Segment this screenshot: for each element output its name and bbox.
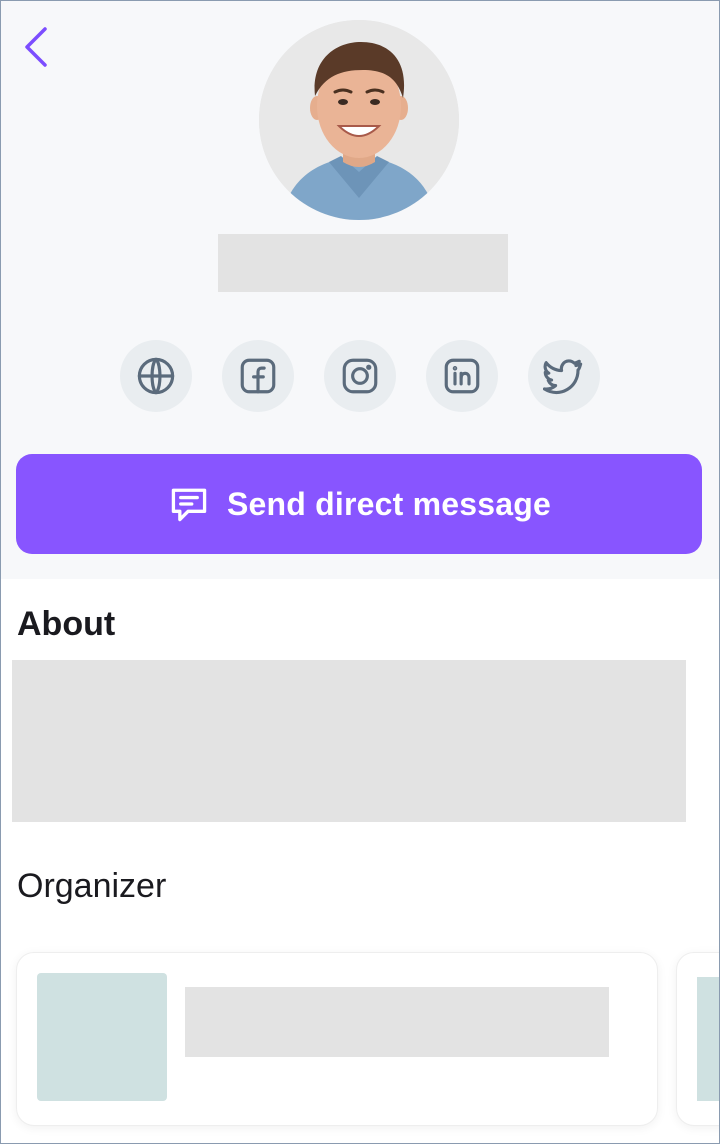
message-square-icon [167, 482, 211, 526]
social-website-button[interactable] [120, 340, 192, 412]
profile-header: Send direct message [1, 1, 719, 579]
organizer-card[interactable] [16, 952, 658, 1126]
profile-name [218, 234, 508, 292]
organizer-thumbnail [37, 973, 167, 1101]
social-facebook-button[interactable] [222, 340, 294, 412]
profile-screen: Send direct message About Organizer [0, 0, 720, 1144]
avatar [259, 20, 459, 220]
linkedin-icon [444, 358, 480, 394]
organizer-thumbnail [697, 977, 719, 1101]
about-text [12, 660, 686, 822]
chevron-left-icon [25, 27, 47, 67]
organizer-title: Organizer [17, 867, 167, 905]
back-button[interactable] [17, 23, 57, 71]
social-twitter-button[interactable] [528, 340, 600, 412]
organizer-card[interactable] [676, 952, 719, 1126]
instagram-icon [342, 358, 378, 394]
avatar-photo [259, 20, 459, 220]
social-instagram-button[interactable] [324, 340, 396, 412]
social-linkedin-button[interactable] [426, 340, 498, 412]
organizer-name [185, 987, 609, 1057]
facebook-icon [240, 358, 276, 394]
twitter-icon [543, 359, 583, 395]
globe-icon [137, 357, 175, 395]
send-message-label: Send direct message [227, 485, 551, 522]
send-message-button[interactable]: Send direct message [16, 454, 702, 554]
about-title: About [17, 605, 116, 643]
